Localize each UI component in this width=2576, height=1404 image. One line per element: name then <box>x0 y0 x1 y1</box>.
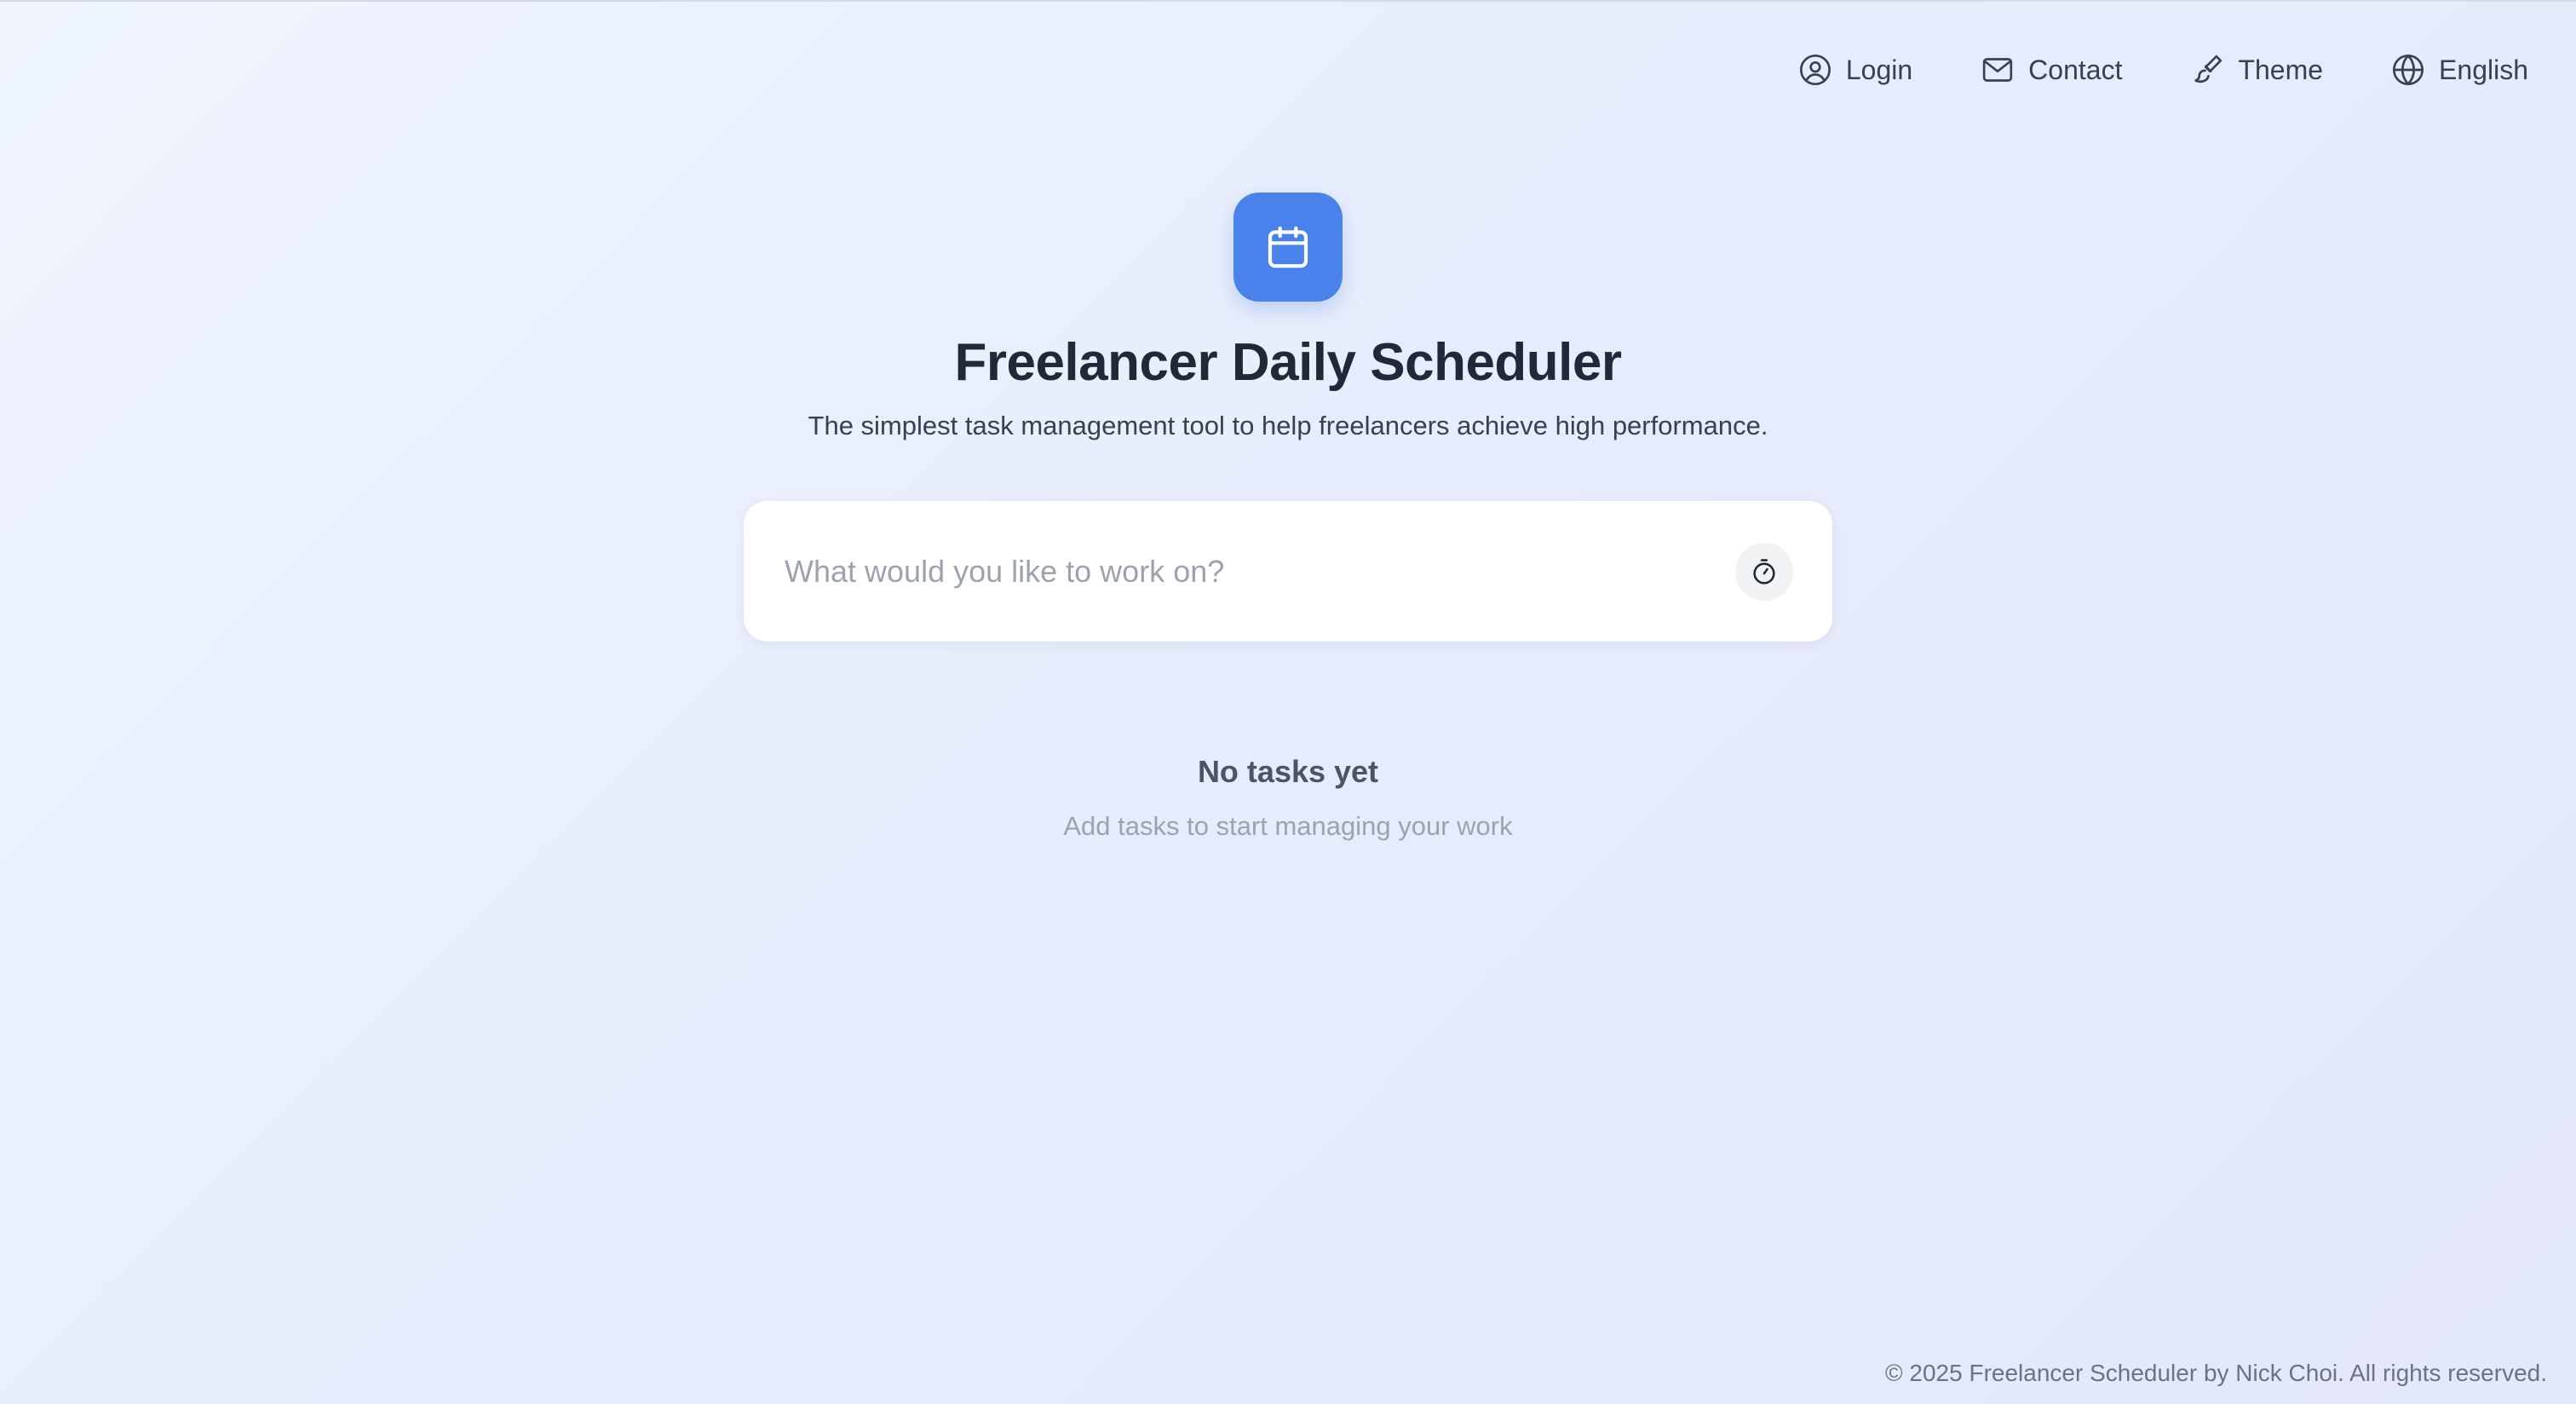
top-nav: Login Contact Theme English <box>1798 48 2528 92</box>
nav-login-label: Login <box>1845 54 1913 85</box>
page-title: Freelancer Daily Scheduler <box>954 333 1622 392</box>
empty-state: No tasks yet Add tasks to start managing… <box>0 751 2576 843</box>
nav-contact-label: Contact <box>2028 54 2123 85</box>
window-top-border <box>0 0 2576 2</box>
timer-button[interactable] <box>1735 542 1793 601</box>
task-input-card <box>744 501 1832 642</box>
app-logo <box>1233 193 1343 302</box>
page-subtitle: The simplest task management tool to hel… <box>808 411 1768 440</box>
user-circle-icon <box>1798 53 1832 87</box>
calendar-icon <box>1268 226 1308 268</box>
nav-language-label: English <box>2439 54 2528 85</box>
footer-copyright: © 2025 Freelancer Scheduler by Nick Choi… <box>1885 1360 2547 1386</box>
timer-icon <box>1753 558 1775 584</box>
nav-theme-label: Theme <box>2238 54 2324 85</box>
hero: Freelancer Daily Scheduler The simplest … <box>0 193 2576 443</box>
globe-icon <box>2391 53 2425 87</box>
nav-theme[interactable]: Theme <box>2190 48 2323 92</box>
nav-contact[interactable]: Contact <box>1981 48 2122 92</box>
paint-brush-icon <box>2190 53 2224 87</box>
nav-login[interactable]: Login <box>1798 48 1912 92</box>
empty-state-title: No tasks yet <box>1197 754 1379 789</box>
nav-language[interactable]: English <box>2391 48 2528 92</box>
mail-icon <box>1981 53 2015 87</box>
task-input[interactable] <box>785 545 1735 597</box>
empty-state-subtitle: Add tasks to start managing your work <box>1063 811 1513 841</box>
